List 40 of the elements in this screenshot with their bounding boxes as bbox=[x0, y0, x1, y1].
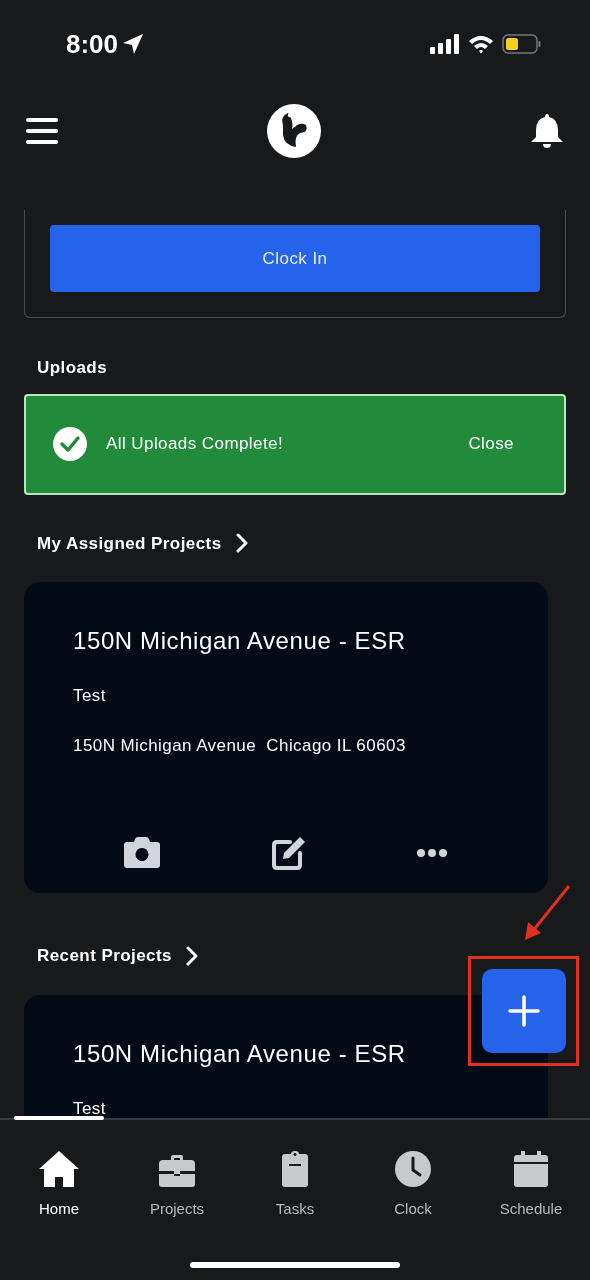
chevron-right-icon[interactable] bbox=[185, 945, 198, 966]
section-heading: Recent Projects bbox=[37, 945, 172, 967]
close-button[interactable]: Close bbox=[468, 431, 514, 457]
check-circle-icon bbox=[52, 426, 88, 462]
logo-icon bbox=[266, 103, 322, 159]
project-address: 150N Michigan Avenue Chicago IL 60603 bbox=[73, 734, 407, 757]
edit-icon[interactable] bbox=[271, 835, 307, 871]
upload-message: All Uploads Complete! bbox=[106, 433, 285, 456]
tab-item[interactable]: Schedule bbox=[472, 1140, 590, 1220]
plus-icon bbox=[507, 995, 540, 1027]
annotation-arrow bbox=[522, 884, 572, 942]
section-heading: My Assigned Projects bbox=[37, 532, 222, 555]
more-icon[interactable] bbox=[417, 848, 447, 858]
camera-icon[interactable] bbox=[123, 837, 161, 869]
tab-item[interactable]: Tasks bbox=[236, 1140, 354, 1220]
calendar-icon bbox=[513, 1149, 549, 1188]
tab-item[interactable]: Clock bbox=[354, 1140, 472, 1220]
tab-item[interactable]: Projects bbox=[118, 1140, 236, 1220]
project-subtitle: Test bbox=[73, 685, 107, 707]
add-button[interactable] bbox=[481, 969, 566, 1053]
signal-icon bbox=[430, 34, 460, 54]
home-icon bbox=[38, 1149, 80, 1188]
battery-icon bbox=[502, 34, 542, 54]
status-time: 8:00 bbox=[66, 27, 119, 61]
project-title: 150N Michigan Avenue - ESR bbox=[73, 1038, 407, 1069]
briefcase-icon bbox=[158, 1153, 196, 1188]
section-heading: Uploads bbox=[37, 357, 109, 379]
clock-in-button[interactable]: Clock In bbox=[50, 225, 540, 292]
menu-icon[interactable] bbox=[26, 117, 58, 145]
clock-icon bbox=[394, 1149, 432, 1188]
clipboard-icon bbox=[281, 1149, 309, 1188]
project-card[interactable]: 150N Michigan Avenue - ESR Test 150N Michigan Avenue Chicago IL 60603 bbox=[24, 582, 548, 893]
project-title: 150N Michigan Avenue - ESR bbox=[73, 626, 407, 656]
chevron-right-icon[interactable] bbox=[235, 533, 248, 554]
bell-icon[interactable] bbox=[530, 113, 564, 149]
project-subtitle: Test bbox=[73, 1097, 107, 1118]
tab-item[interactable]: Home bbox=[0, 1140, 118, 1220]
location-arrow-icon bbox=[122, 33, 145, 55]
project-card[interactable]: 150N Michigan Avenue - ESR Test bbox=[24, 994, 548, 1118]
wifi-icon bbox=[468, 34, 494, 54]
